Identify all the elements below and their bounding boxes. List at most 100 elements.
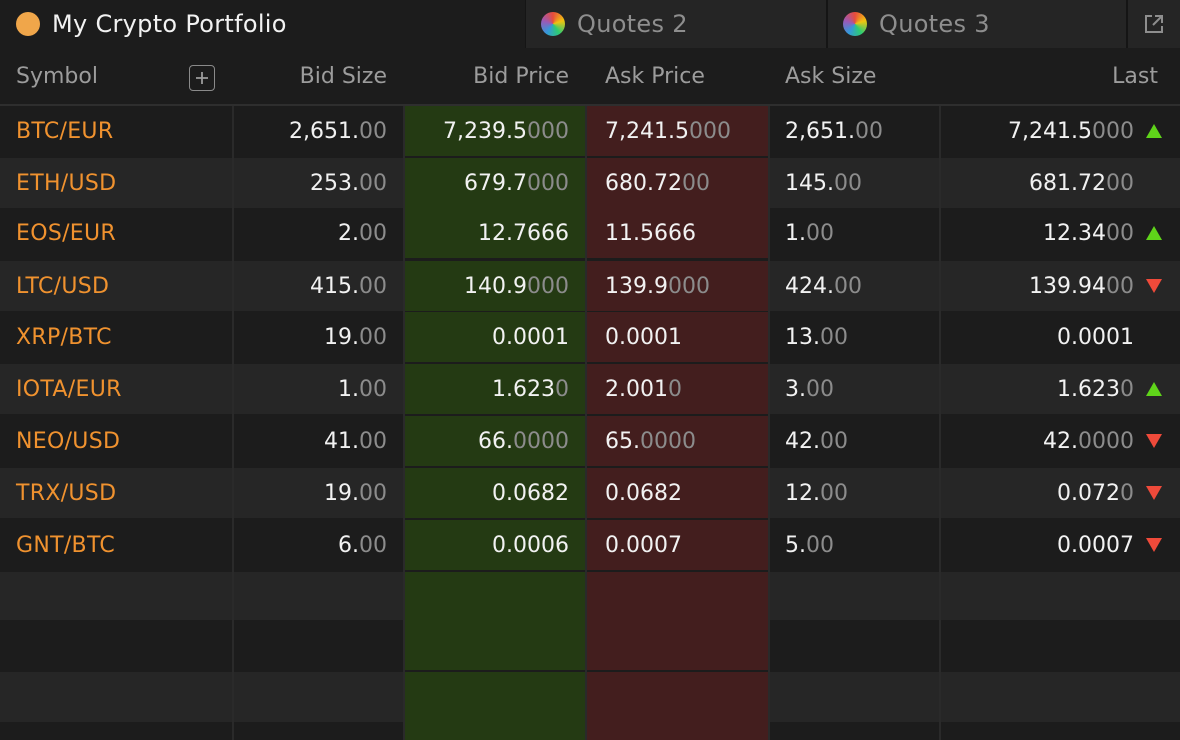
table-row[interactable]: EOS/EUR 2. 00 12.7666 11.5666 1. 00 12.34 00 — [0, 208, 1180, 258]
column-header-row: Symbol Bid Size Bid Price Ask Price Ask … — [0, 48, 1180, 106]
tab-quotes-2[interactable]: Quotes 2 — [526, 0, 826, 48]
value-main: 5. — [785, 532, 806, 558]
last-cell: 0.072 0 — [941, 468, 1180, 518]
symbol-cell[interactable]: GNT/BTC — [0, 520, 232, 570]
value-trailing-zeros: 00 — [359, 376, 387, 402]
value-main: 139.9 — [605, 273, 668, 299]
symbol-cell[interactable]: BTC/EUR — [0, 106, 232, 156]
header-symbol[interactable]: Symbol — [16, 48, 98, 106]
value-trailing-zeros: 00 — [359, 220, 387, 246]
bid-price-bg — [405, 672, 585, 722]
tab-my-crypto-portfolio[interactable]: My Crypto Portfolio — [0, 0, 525, 48]
value-main: 42. — [785, 428, 820, 454]
bid-size-cell: 2,651. 00 — [234, 106, 403, 156]
value-main: 2.001 — [605, 376, 668, 402]
table-row[interactable]: ETH/USD 253. 00 679.7 000 680.72 00 145. 00 681.7… — [0, 158, 1180, 208]
value-trailing-zeros: 00 — [359, 428, 387, 454]
down-arrow-icon — [1146, 279, 1162, 293]
value-trailing-zeros: 00 — [820, 480, 848, 506]
bid-size-cell: 6. 00 — [234, 520, 403, 570]
value-main: 7,239.5 — [443, 118, 527, 144]
value-trailing-zeros: 00 — [1106, 273, 1134, 299]
symbol-cell[interactable]: NEO/USD — [0, 416, 232, 466]
value-main: 42. — [1043, 428, 1078, 454]
rainbow-dot-icon — [843, 12, 867, 36]
header-bid-size[interactable]: Bid Size — [234, 48, 387, 106]
value-main: 41. — [324, 428, 359, 454]
last-cell: 1.623 0 — [941, 364, 1180, 414]
value-main: 0.0682 — [605, 480, 682, 506]
value-main: 681.72 — [1029, 170, 1106, 196]
bid-size-cell: 253. 00 — [234, 158, 403, 208]
bid-price-cell: 0.0001 — [405, 312, 585, 362]
symbol-cell[interactable]: IOTA/EUR — [0, 364, 232, 414]
table-row[interactable]: IOTA/EUR 1. 00 1.623 0 2.001 0 3. 00 1.623 0 — [0, 364, 1180, 414]
empty-row — [0, 722, 1180, 740]
tab-label: Quotes 3 — [879, 10, 990, 38]
value-main: 13. — [785, 324, 820, 350]
popout-button[interactable] — [1128, 0, 1180, 48]
value-main: 2,651. — [785, 118, 855, 144]
symbol-cell[interactable]: TRX/USD — [0, 468, 232, 518]
ask-size-cell: 42. 00 — [770, 416, 939, 466]
ask-price-cell: 0.0682 — [587, 468, 768, 518]
header-ask-price[interactable]: Ask Price — [605, 48, 705, 106]
down-arrow-icon — [1146, 538, 1162, 552]
tab-label: My Crypto Portfolio — [52, 10, 287, 38]
header-ask-size[interactable]: Ask Size — [785, 48, 876, 106]
header-bid-price[interactable]: Bid Price — [405, 48, 569, 106]
ask-price-cell: 2.001 0 — [587, 364, 768, 414]
value-main: 1.623 — [492, 376, 555, 402]
value-trailing-zeros: 00 — [854, 118, 883, 144]
symbol-cell[interactable]: EOS/EUR — [0, 208, 232, 258]
value-main: 7,241.5 — [1008, 118, 1092, 144]
table-row[interactable]: NEO/USD 41. 00 66. 0000 65. 0000 42. 00 42. 0000 — [0, 416, 1180, 466]
value-main: 65. — [605, 428, 640, 454]
bid-size-cell: 41. 00 — [234, 416, 403, 466]
value-main: 7,241.5 — [605, 118, 689, 144]
table-row[interactable]: GNT/BTC 6. 00 0.0006 0.0007 5. 00 0.0007 — [0, 520, 1180, 570]
symbol-cell[interactable]: ETH/USD — [0, 158, 232, 208]
tab-label: Quotes 2 — [577, 10, 688, 38]
value-main: 12. — [785, 480, 820, 506]
table-row[interactable]: TRX/USD 19. 00 0.0682 0.0682 12. 00 0.072 0 — [0, 468, 1180, 518]
value-main: 0.0007 — [1057, 532, 1134, 558]
value-main: 0.072 — [1057, 480, 1120, 506]
symbol-cell[interactable]: XRP/BTC — [0, 312, 232, 362]
ask-price-bg — [587, 672, 768, 722]
table-row[interactable]: XRP/BTC 19. 00 0.0001 0.0001 13. 00 0.0001 — [0, 312, 1180, 362]
ask-price-cell: 0.0001 — [587, 312, 768, 362]
empty-row — [0, 572, 1180, 622]
bid-price-cell: 0.0682 — [405, 468, 585, 518]
bid-price-cell: 679.7 000 — [405, 158, 585, 208]
table-row[interactable]: BTC/EUR 2,651. 00 7,239.5 000 7,241.5 000 2,651… — [0, 106, 1180, 156]
table-row[interactable]: LTC/USD 415. 00 140.9 000 139.9 000 424. 00 139.9… — [0, 261, 1180, 311]
value-main: 12.7666 — [478, 220, 569, 246]
tab-quotes-3[interactable]: Quotes 3 — [828, 0, 1126, 48]
bid-price-cell: 0.0006 — [405, 520, 585, 570]
ask-size-cell: 3. 00 — [770, 364, 939, 414]
ask-price-bg — [587, 572, 768, 622]
value-trailing-zeros: 000 — [667, 273, 710, 299]
empty-row — [0, 620, 1180, 670]
bid-size-cell: 1. 00 — [234, 364, 403, 414]
column-divider — [232, 106, 234, 740]
ask-price-cell: 7,241.5 000 — [587, 106, 768, 156]
trend-indicator — [1144, 486, 1164, 500]
value-trailing-zeros: 00 — [833, 273, 862, 299]
ask-size-cell: 13. 00 — [770, 312, 939, 362]
value-trailing-zeros: 00 — [359, 273, 387, 299]
value-trailing-zeros: 0 — [1120, 376, 1134, 402]
column-divider — [585, 106, 587, 740]
last-cell: 12.34 00 — [941, 208, 1180, 258]
value-main: 253. — [310, 170, 359, 196]
last-cell: 0.0001 — [941, 312, 1180, 362]
column-divider — [768, 106, 770, 740]
add-symbol-button[interactable] — [189, 65, 215, 91]
trend-indicator — [1144, 434, 1164, 448]
header-last[interactable]: Last — [941, 48, 1158, 106]
ask-size-cell: 145. 00 — [770, 158, 939, 208]
value-main: 1. — [785, 220, 806, 246]
symbol-cell[interactable]: LTC/USD — [0, 261, 232, 311]
value-main: 145. — [785, 170, 834, 196]
